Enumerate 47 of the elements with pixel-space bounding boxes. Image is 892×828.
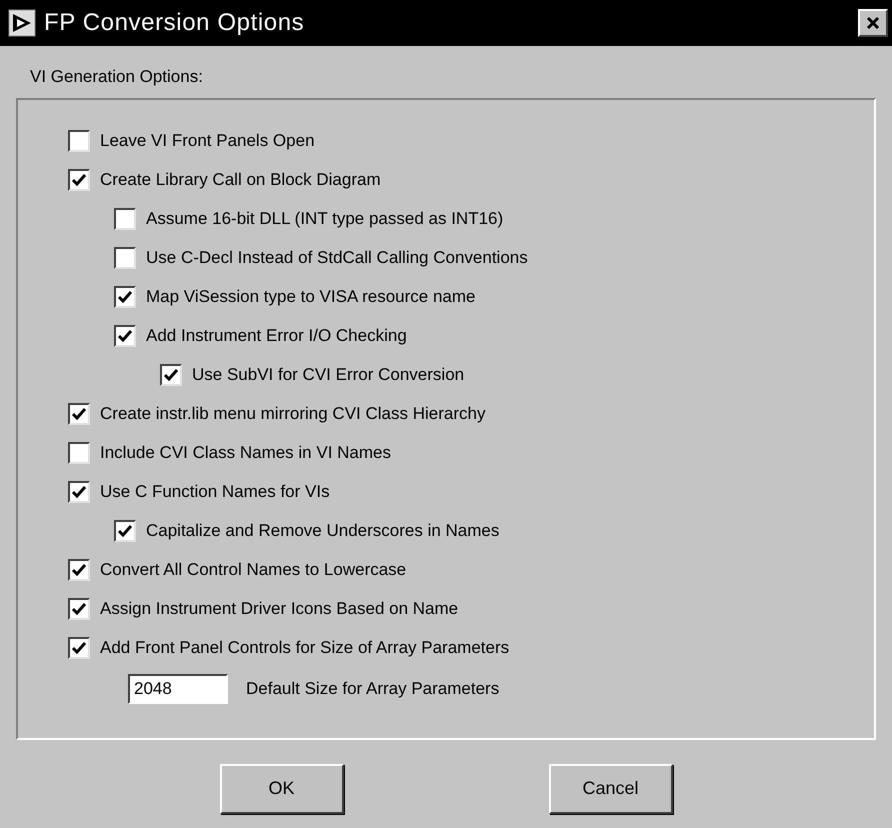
check-icon xyxy=(72,564,86,576)
check-icon xyxy=(164,369,178,381)
check-icon xyxy=(118,330,132,342)
checkbox[interactable] xyxy=(68,598,90,620)
checkbox[interactable] xyxy=(160,364,182,386)
checkbox[interactable] xyxy=(114,286,136,308)
checkbox[interactable] xyxy=(114,520,136,542)
check-icon xyxy=(72,486,86,498)
checkbox[interactable] xyxy=(114,247,136,269)
checkbox[interactable] xyxy=(68,442,90,464)
option-label: Add Instrument Error I/O Checking xyxy=(146,325,407,348)
array-size-label: Default Size for Array Parameters xyxy=(246,678,500,700)
checkbox[interactable] xyxy=(68,169,90,191)
option-label: Leave VI Front Panels Open xyxy=(100,130,315,152)
ok-button[interactable]: OK xyxy=(220,764,344,814)
check-icon xyxy=(118,525,132,537)
array-size-field[interactable]: 2048 xyxy=(128,674,228,704)
close-button[interactable] xyxy=(858,9,888,37)
option-label: Assume 16-bit DLL (INT type passed as INT16) xyxy=(146,208,504,230)
check-icon xyxy=(72,603,86,615)
group-label: VI Generation Options: xyxy=(30,66,204,88)
checkbox[interactable] xyxy=(68,559,90,581)
option-label: Capitalize and Remove Underscores in Names xyxy=(146,520,500,542)
option-label: Include CVI Class Names in VI Names xyxy=(100,442,391,464)
checkbox[interactable] xyxy=(68,403,90,425)
option-label: Use C Function Names for VIs xyxy=(100,481,330,504)
checkbox[interactable] xyxy=(114,208,136,230)
checkbox[interactable] xyxy=(68,637,90,659)
option-label: Map ViSession type to VISA resource name xyxy=(146,286,476,308)
checkbox[interactable] xyxy=(114,325,136,347)
checkbox[interactable] xyxy=(68,130,90,152)
option-label: Create instr.lib menu mirroring CVI Class Hierarchy xyxy=(100,403,486,426)
option-label: Assign Instrument Driver Icons Based on Name xyxy=(100,598,458,620)
option-label: Create Library Call on Block Diagram xyxy=(100,169,381,192)
check-icon xyxy=(72,642,86,654)
option-label: Convert All Control Names to Lowercase xyxy=(100,559,406,582)
window-title: FP Conversion Options xyxy=(44,8,304,38)
check-icon xyxy=(72,174,86,186)
app-icon xyxy=(8,9,36,37)
option-label: Add Front Panel Controls for Size of Array Parameters xyxy=(100,637,510,660)
cancel-button[interactable]: Cancel xyxy=(548,764,672,814)
check-icon xyxy=(118,291,132,303)
option-label: Use SubVI for CVI Error Conversion xyxy=(192,364,464,386)
check-icon xyxy=(72,408,86,420)
option-label: Use C-Decl Instead of StdCall Calling Conventions xyxy=(146,247,528,270)
close-icon xyxy=(866,16,880,30)
checkbox[interactable] xyxy=(68,481,90,503)
